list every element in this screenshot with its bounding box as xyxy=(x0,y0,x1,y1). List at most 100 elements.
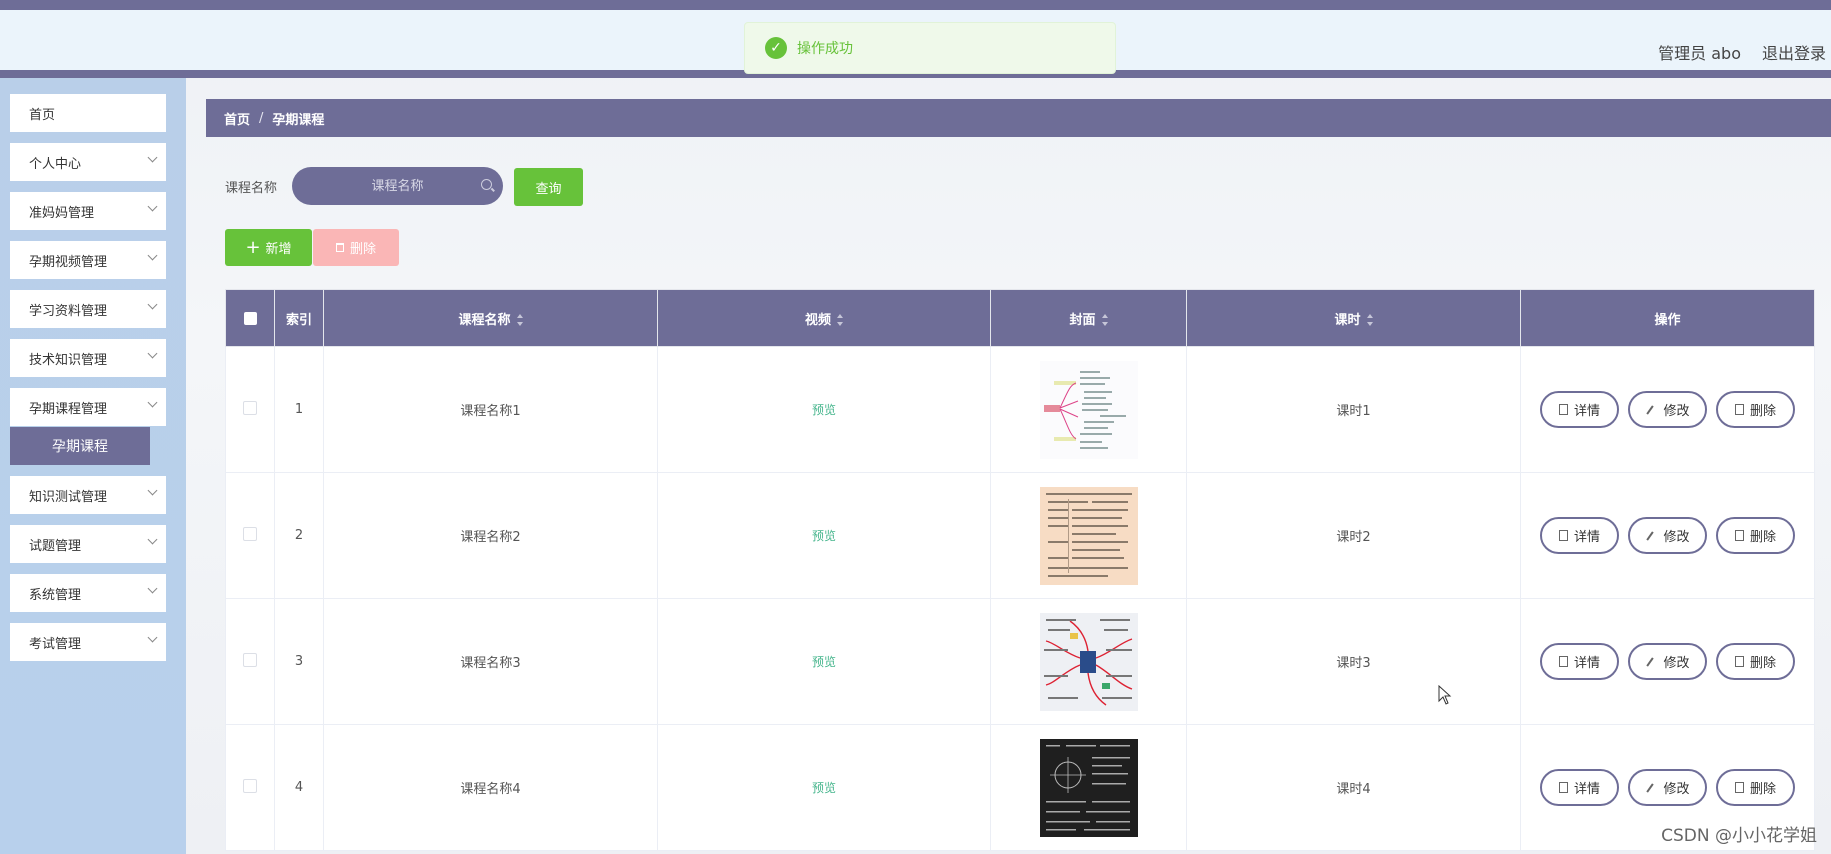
detail-button[interactable]: 详情 xyxy=(1540,643,1619,680)
pencil-icon xyxy=(1646,782,1655,793)
delete-button[interactable]: 删除 xyxy=(1716,517,1795,554)
row-checkbox[interactable] xyxy=(243,400,257,415)
delete-button-label: 删除 xyxy=(1749,782,1776,797)
sidebar-item-home[interactable]: 首页 xyxy=(10,94,166,132)
delete-button[interactable]: 删除 xyxy=(1716,769,1795,806)
sidebar-item-videos[interactable]: 孕期视频管理 xyxy=(10,241,166,279)
header-cover-label: 封面 xyxy=(1069,312,1096,328)
header-name[interactable]: 课程名称 xyxy=(323,289,658,347)
detail-button-label: 详情 xyxy=(1573,530,1600,545)
toast-message: 操作成功 xyxy=(797,41,853,57)
pencil-icon xyxy=(1646,404,1655,415)
table-header-row: 索引 课程名称 视频 封面 课时 操作 xyxy=(225,289,1815,347)
header-select-all[interactable] xyxy=(225,289,275,347)
sort-icon[interactable] xyxy=(1101,314,1108,326)
cover-image-mindmap-color[interactable] xyxy=(1039,612,1138,711)
document-icon xyxy=(1558,530,1568,541)
row-course-name: 课程名称2 xyxy=(323,472,658,599)
sidebar-subitem-courses[interactable]: 孕期课程 xyxy=(10,427,150,465)
sidebar-item-label: 个人中心 xyxy=(29,156,82,172)
sidebar-item-system[interactable]: 系统管理 xyxy=(10,574,166,612)
row-index: 4 xyxy=(274,724,324,851)
edit-button[interactable]: 修改 xyxy=(1628,643,1707,680)
row-index: 2 xyxy=(274,472,324,599)
logout-link[interactable]: 退出登录 xyxy=(1762,40,1826,64)
cover-image-document[interactable] xyxy=(1039,486,1138,585)
header-hours[interactable]: 课时 xyxy=(1186,289,1521,347)
bulk-delete-label: 删除 xyxy=(349,242,376,257)
sidebar-item-label: 考试管理 xyxy=(29,636,82,652)
sidebar-item-courses[interactable]: 孕期课程管理 xyxy=(10,388,166,426)
row-checkbox[interactable] xyxy=(243,526,257,541)
sort-icon[interactable] xyxy=(516,314,523,326)
video-preview-link[interactable]: 预览 xyxy=(812,529,836,543)
edit-button[interactable]: 修改 xyxy=(1628,517,1707,554)
check-circle-icon: ✓ xyxy=(765,37,787,59)
chevron-down-icon xyxy=(147,632,158,643)
edit-button[interactable]: 修改 xyxy=(1628,391,1707,428)
breadcrumb-home[interactable]: 首页 xyxy=(224,109,250,128)
row-actions: 详情 修改 删除 xyxy=(1522,769,1813,806)
sidebar-item-questions[interactable]: 试题管理 xyxy=(10,525,166,563)
trash-icon xyxy=(1734,530,1744,541)
sidebar-item-personal-center[interactable]: 个人中心 xyxy=(10,143,166,181)
chevron-down-icon xyxy=(147,250,158,261)
sidebar-item-label: 试题管理 xyxy=(29,538,82,554)
row-checkbox[interactable] xyxy=(243,652,257,667)
sort-icon[interactable] xyxy=(1366,314,1373,326)
chevron-down-icon xyxy=(147,201,158,212)
sidebar-item-label: 孕期课程管理 xyxy=(29,401,108,417)
detail-button[interactable]: 详情 xyxy=(1540,517,1619,554)
chevron-down-icon xyxy=(147,152,158,163)
detail-button[interactable]: 详情 xyxy=(1540,769,1619,806)
chevron-down-icon xyxy=(147,485,158,496)
document-icon xyxy=(1558,782,1568,793)
cover-image-blackboard[interactable] xyxy=(1039,738,1138,837)
header-hours-label: 课时 xyxy=(1334,312,1361,328)
query-button[interactable]: 查询 xyxy=(514,168,583,206)
sort-icon[interactable] xyxy=(837,314,843,326)
row-hours: 课时4 xyxy=(1186,724,1521,851)
video-preview-link[interactable]: 预览 xyxy=(812,655,836,669)
delete-button[interactable]: 删除 xyxy=(1716,643,1795,680)
header-cover[interactable]: 封面 xyxy=(990,289,1187,347)
cover-image-mindmap[interactable] xyxy=(1039,360,1138,459)
select-all-checkbox[interactable] xyxy=(243,311,257,325)
header-video-label: 视频 xyxy=(804,312,831,328)
video-preview-link[interactable]: 预览 xyxy=(812,403,836,417)
header-video[interactable]: 视频 xyxy=(657,289,991,347)
sidebar: 首页 个人中心 准妈妈管理 孕期视频管理 学习资料管理 技术知识管理 孕期课程管… xyxy=(0,78,186,854)
row-hours: 课时1 xyxy=(1186,346,1521,473)
table-row: 4 课程名称4 预览 课时4 详情 修改 删除 xyxy=(225,724,1815,851)
row-index: 1 xyxy=(274,346,324,473)
row-checkbox[interactable] xyxy=(243,778,257,793)
edit-button-label: 修改 xyxy=(1663,656,1690,671)
detail-button[interactable]: 详情 xyxy=(1540,391,1619,428)
sidebar-item-knowledge-tests[interactable]: 知识测试管理 xyxy=(10,476,166,514)
pencil-icon xyxy=(1646,530,1655,541)
breadcrumb: 首页 / 孕期课程 xyxy=(206,99,1831,137)
pencil-icon xyxy=(1646,656,1655,667)
delete-button[interactable]: 删除 xyxy=(1716,391,1795,428)
row-actions: 详情 修改 删除 xyxy=(1522,643,1813,680)
video-preview-link[interactable]: 预览 xyxy=(812,781,836,795)
edit-button[interactable]: 修改 xyxy=(1628,769,1707,806)
table-row: 2 课程名称2 预览 课时2 详情 修改 删除 xyxy=(225,472,1815,599)
search-icon xyxy=(481,179,492,190)
search-input[interactable] xyxy=(292,167,503,205)
sidebar-item-exams[interactable]: 考试管理 xyxy=(10,623,166,661)
row-actions: 详情 修改 删除 xyxy=(1522,517,1813,554)
trash-icon xyxy=(1734,782,1744,793)
breadcrumb-current: 孕期课程 xyxy=(272,112,325,128)
sidebar-item-materials[interactable]: 学习资料管理 xyxy=(10,290,166,328)
sidebar-item-tech-knowledge[interactable]: 技术知识管理 xyxy=(10,339,166,377)
breadcrumb-separator: / xyxy=(259,110,264,126)
plus-icon: + xyxy=(245,236,261,258)
trash-icon xyxy=(1734,656,1744,667)
bulk-delete-button[interactable]: 删除 xyxy=(313,229,399,266)
add-button[interactable]: + 新增 xyxy=(225,229,312,266)
chevron-down-icon xyxy=(147,397,158,408)
trash-icon xyxy=(1734,404,1744,415)
sidebar-item-mothers[interactable]: 准妈妈管理 xyxy=(10,192,166,230)
delete-button-label: 删除 xyxy=(1749,404,1776,419)
